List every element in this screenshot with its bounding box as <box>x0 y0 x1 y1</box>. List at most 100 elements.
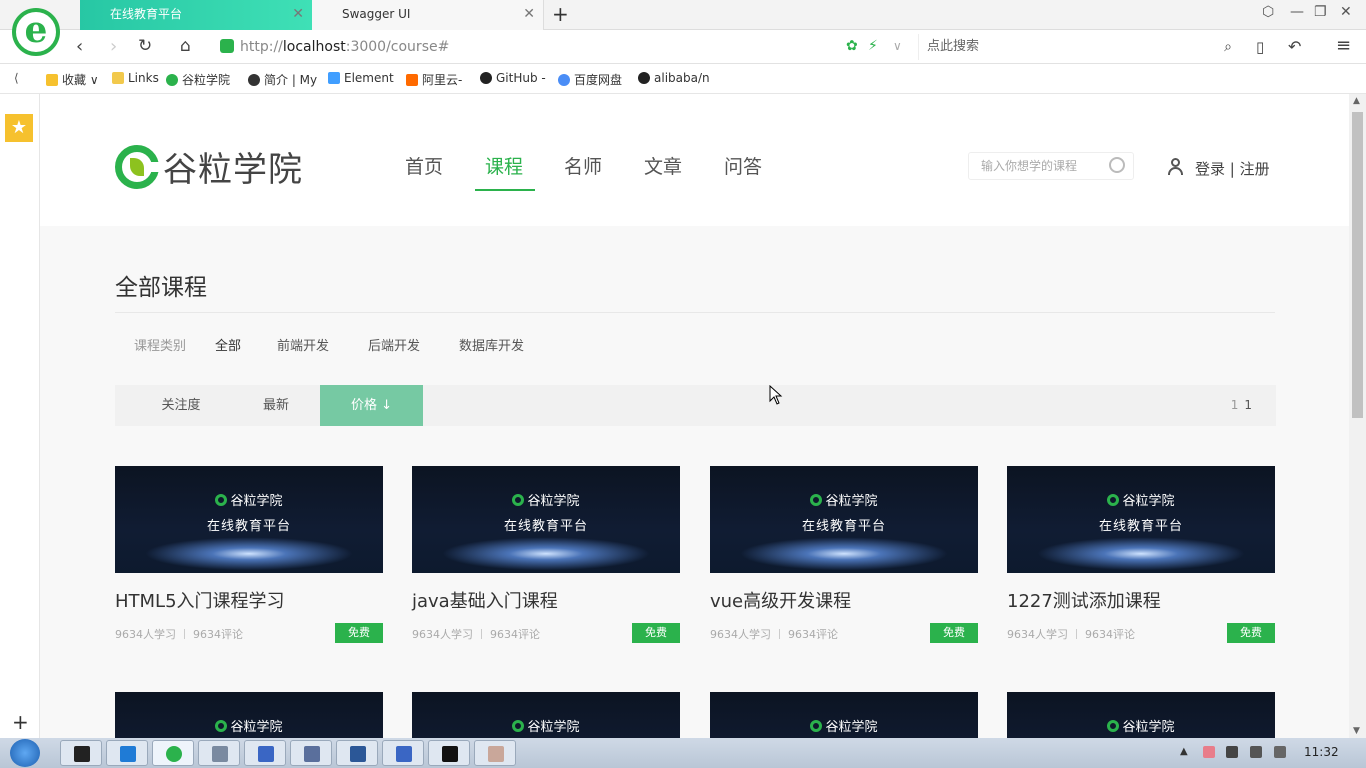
category-backend[interactable]: 后端开发 <box>368 335 420 354</box>
taskbar-app[interactable] <box>336 740 378 766</box>
search-icon[interactable]: ⌕ <box>1224 34 1232 60</box>
minimize-icon[interactable]: — <box>1290 4 1304 20</box>
course-card[interactable]: 谷粒学院 <box>412 692 680 738</box>
category-database[interactable]: 数据库开发 <box>459 335 524 354</box>
network-icon[interactable] <box>1274 746 1286 758</box>
taskbar-app[interactable] <box>474 740 516 766</box>
taskbar-app[interactable] <box>60 740 102 766</box>
bookmark-item[interactable]: Element <box>328 71 394 85</box>
browser-sidebar: ★ + <box>0 94 40 738</box>
taskbar-app[interactable] <box>428 740 470 766</box>
tray-app-icon[interactable] <box>1203 746 1215 758</box>
collapse-icon[interactable]: ⟨ <box>14 71 19 85</box>
course-title[interactable]: java基础入门课程 <box>412 587 558 613</box>
close-tab-icon[interactable]: ✕ <box>292 0 304 28</box>
search-icon[interactable] <box>1109 157 1125 173</box>
home-icon[interactable]: ⌂ <box>180 36 191 56</box>
course-card[interactable]: 谷粒学院 在线教育平台 vue高级开发课程 9634人学习 9634评论 免费 <box>710 466 978 656</box>
nav-courses[interactable]: 课程 <box>485 152 523 179</box>
sort-newest[interactable]: 最新 <box>230 385 322 426</box>
bookmark-item[interactable]: alibaba/n <box>638 71 710 85</box>
bookmark-item[interactable]: 收藏 ∨ <box>46 71 99 88</box>
course-cover-image[interactable]: 谷粒学院 在线教育平台 <box>710 466 978 573</box>
add-sidebar-icon[interactable]: + <box>12 710 29 734</box>
course-card[interactable]: 谷粒学院 <box>115 692 383 738</box>
browser-logo-icon: e <box>12 8 60 56</box>
speed-mode-icon[interactable]: ⚡ <box>868 38 878 54</box>
undo-icon[interactable]: ↶ <box>1288 37 1301 56</box>
divider <box>115 312 1275 313</box>
price-badge: 免费 <box>930 623 978 643</box>
taskbar-app[interactable] <box>106 740 148 766</box>
course-card[interactable]: 谷粒学院 在线教育平台 1227测试添加课程 9634人学习 9634评论 免费 <box>1007 466 1275 656</box>
volume-icon[interactable] <box>1250 746 1262 758</box>
refresh-icon[interactable]: ↻ <box>138 36 152 56</box>
back-icon[interactable]: ‹ <box>76 36 83 57</box>
course-cover-image[interactable]: 谷粒学院 <box>1007 692 1275 738</box>
category-frontend[interactable]: 前端开发 <box>277 335 329 354</box>
taskbar-app[interactable] <box>382 740 424 766</box>
nav-teachers[interactable]: 名师 <box>564 152 602 179</box>
taskbar-app[interactable] <box>244 740 286 766</box>
maximize-icon[interactable]: ❐ <box>1314 4 1327 20</box>
category-all[interactable]: 全部 <box>215 335 241 354</box>
taskbar-app[interactable] <box>152 740 194 766</box>
page-current[interactable]: 1 <box>1231 398 1245 412</box>
browser-search-input[interactable]: 点此搜索 ⌕ <box>918 34 1238 60</box>
course-cover-image[interactable]: 谷粒学院 在线教育平台 <box>115 466 383 573</box>
tab-online-education[interactable]: 在线教育平台 ✕ <box>80 0 312 30</box>
start-button-icon[interactable] <box>10 739 40 767</box>
nav-qa[interactable]: 问答 <box>724 152 762 179</box>
skin-icon[interactable]: ⬡ <box>1262 4 1274 20</box>
url-prefix: http:// <box>240 39 283 55</box>
taskbar-clock[interactable]: 11:32 <box>1304 745 1339 759</box>
taskbar-app[interactable] <box>198 740 240 766</box>
nav-home[interactable]: 首页 <box>405 152 443 179</box>
sort-popularity[interactable]: 关注度 <box>135 385 227 426</box>
new-tab-button[interactable]: + <box>552 2 569 26</box>
course-title[interactable]: HTML5入门课程学习 <box>115 587 285 613</box>
bookmark-item[interactable]: 百度网盘 <box>558 71 622 88</box>
nav-articles[interactable]: 文章 <box>644 152 682 179</box>
bookmark-item[interactable]: GitHub - <box>480 71 546 85</box>
menu-icon[interactable]: ≡ <box>1336 35 1351 56</box>
favorites-star-icon[interactable]: ★ <box>5 114 33 142</box>
extension-icon[interactable]: ✿ <box>846 38 858 54</box>
course-search-input[interactable]: 输入你想学的课程 <box>968 152 1134 180</box>
course-title[interactable]: vue高级开发课程 <box>710 587 851 613</box>
url-input[interactable]: http://localhost:3000/course# <box>220 34 910 60</box>
bookmark-item[interactable]: 简介 | My <box>248 71 317 88</box>
forward-icon[interactable]: › <box>110 36 117 57</box>
register-link[interactable]: 注册 <box>1240 160 1270 178</box>
course-card[interactable]: 谷粒学院 <box>710 692 978 738</box>
scrollbar-thumb[interactable] <box>1352 112 1363 418</box>
login-link[interactable]: 登录 <box>1195 160 1225 178</box>
course-cover-image[interactable]: 谷粒学院 <box>412 692 680 738</box>
bookmark-item[interactable]: 谷粒学院 <box>166 71 230 88</box>
chevron-down-icon[interactable]: ∨ <box>893 39 902 53</box>
course-cover-image[interactable]: 谷粒学院 在线教育平台 <box>1007 466 1275 573</box>
course-cover-image[interactable]: 谷粒学院 <box>115 692 383 738</box>
mobile-icon[interactable]: ▯ <box>1256 38 1264 56</box>
tray-expand-icon[interactable]: ▲ <box>1180 746 1188 757</box>
tray-device-icon[interactable] <box>1226 746 1238 758</box>
bookmark-item[interactable]: 阿里云- <box>406 71 462 88</box>
star-icon <box>46 74 58 86</box>
close-window-icon[interactable]: ✕ <box>1340 4 1352 20</box>
course-cover-image[interactable]: 谷粒学院 在线教育平台 <box>412 466 680 573</box>
page-total[interactable]: 1 <box>1244 398 1258 412</box>
course-cover-image[interactable]: 谷粒学院 <box>710 692 978 738</box>
sort-price[interactable]: 价格 ↓ <box>320 385 423 426</box>
page-scrollbar[interactable]: ▲ ▼ <box>1349 94 1366 738</box>
scroll-up-icon[interactable]: ▲ <box>1353 96 1360 106</box>
course-card[interactable]: 谷粒学院 <box>1007 692 1275 738</box>
tab-swagger-ui[interactable]: Swagger UI ✕ <box>312 0 544 30</box>
course-title[interactable]: 1227测试添加课程 <box>1007 587 1161 613</box>
taskbar-app[interactable] <box>290 740 332 766</box>
site-logo[interactable]: 谷粒学院 <box>115 142 303 190</box>
scroll-down-icon[interactable]: ▼ <box>1353 726 1360 736</box>
course-card[interactable]: 谷粒学院 在线教育平台 HTML5入门课程学习 9634人学习 9634评论 免费 <box>115 466 383 656</box>
bookmark-item[interactable]: Links <box>112 71 159 85</box>
close-tab-icon[interactable]: ✕ <box>523 0 535 28</box>
course-card[interactable]: 谷粒学院 在线教育平台 java基础入门课程 9634人学习 9634评论 免费 <box>412 466 680 656</box>
